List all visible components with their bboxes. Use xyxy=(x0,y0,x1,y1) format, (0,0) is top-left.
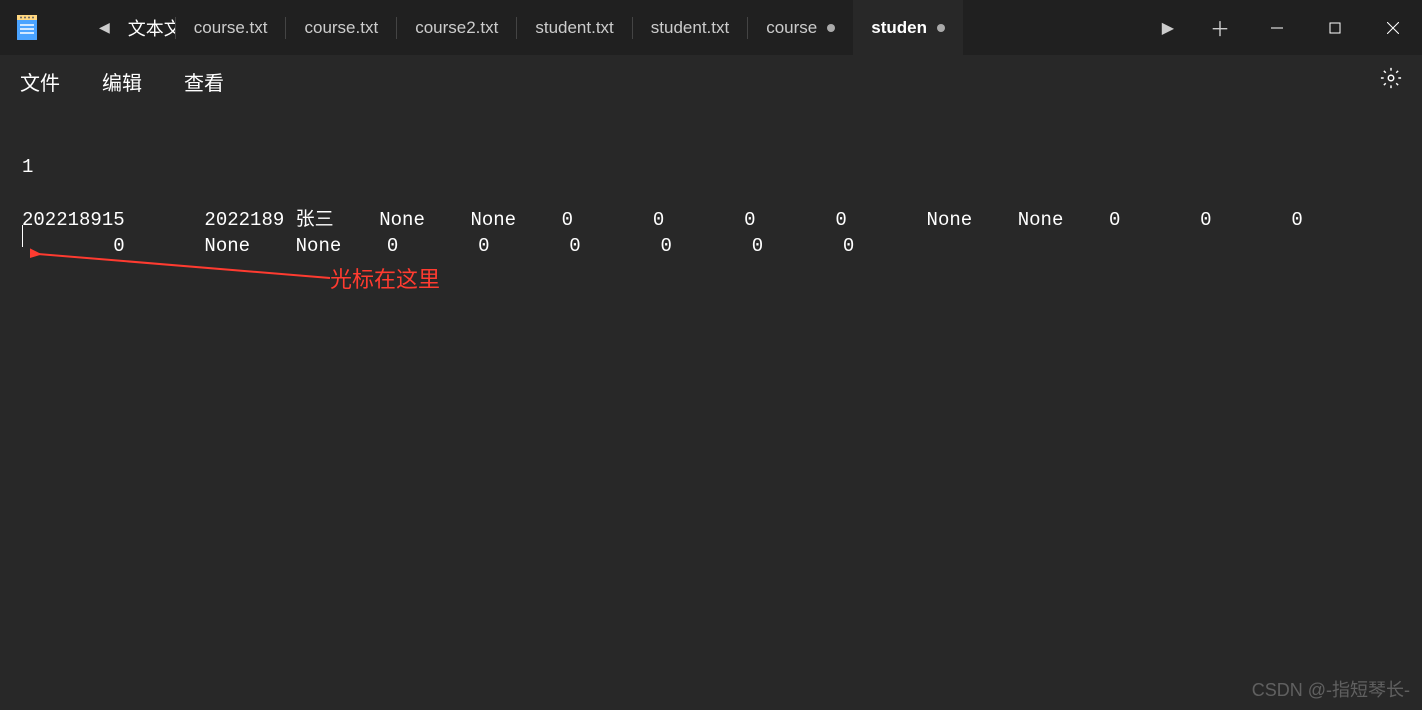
text-cursor xyxy=(22,225,23,247)
tab-partial-label[interactable]: 文本文 xyxy=(120,15,175,41)
new-tab-button[interactable]: ＋ xyxy=(1192,13,1248,42)
tab-nav-left-icon[interactable]: ◀ xyxy=(89,19,120,36)
tab-course-1[interactable]: course.txt xyxy=(176,0,286,55)
annotation-label: 光标在这里 xyxy=(330,262,440,294)
tab-label: student.txt xyxy=(651,18,729,38)
editor-line: 202218915 2022189 张三 None None 0 0 0 0 N… xyxy=(22,209,1303,231)
tab-label: course.txt xyxy=(304,18,378,38)
tab-course2-txt[interactable]: course2.txt xyxy=(397,0,516,55)
window-controls xyxy=(1248,0,1422,55)
tab-student-active[interactable]: studen xyxy=(853,0,963,55)
editor-line: 1 xyxy=(22,156,33,178)
tab-label: course xyxy=(766,18,817,38)
tab-label: studen xyxy=(871,18,927,38)
tab-row: course.txt course.txt course2.txt studen… xyxy=(175,0,1144,55)
minimize-button[interactable] xyxy=(1248,0,1306,55)
dirty-indicator-icon xyxy=(827,24,835,32)
tab-course-dirty[interactable]: course xyxy=(748,0,853,55)
tab-student-2[interactable]: student.txt xyxy=(633,0,747,55)
title-bar: ◀ 文本文 course.txt course.txt course2.txt … xyxy=(0,0,1422,55)
close-button[interactable] xyxy=(1364,0,1422,55)
text-editor[interactable]: 1 202218915 2022189 张三 None None 0 0 0 0… xyxy=(0,107,1422,307)
maximize-button[interactable] xyxy=(1306,0,1364,55)
settings-icon[interactable] xyxy=(1380,67,1402,95)
dirty-indicator-icon xyxy=(937,24,945,32)
menu-bar: 文件 编辑 查看 xyxy=(0,55,1422,107)
editor-line: 0 None None 0 0 0 0 0 0 xyxy=(22,235,854,257)
tab-label: student.txt xyxy=(535,18,613,38)
menu-view[interactable]: 查看 xyxy=(184,67,224,96)
tab-nav-right-icon[interactable]: ▶ xyxy=(1144,18,1192,38)
tab-course-2[interactable]: course.txt xyxy=(286,0,396,55)
tab-student-1[interactable]: student.txt xyxy=(517,0,631,55)
menu-file[interactable]: 文件 xyxy=(20,67,60,96)
tab-label: course2.txt xyxy=(415,18,498,38)
tab-label: course.txt xyxy=(194,18,268,38)
menu-edit[interactable]: 编辑 xyxy=(102,67,142,96)
watermark: CSDN @-指短琴长- xyxy=(1252,676,1410,702)
app-icon xyxy=(15,16,39,40)
